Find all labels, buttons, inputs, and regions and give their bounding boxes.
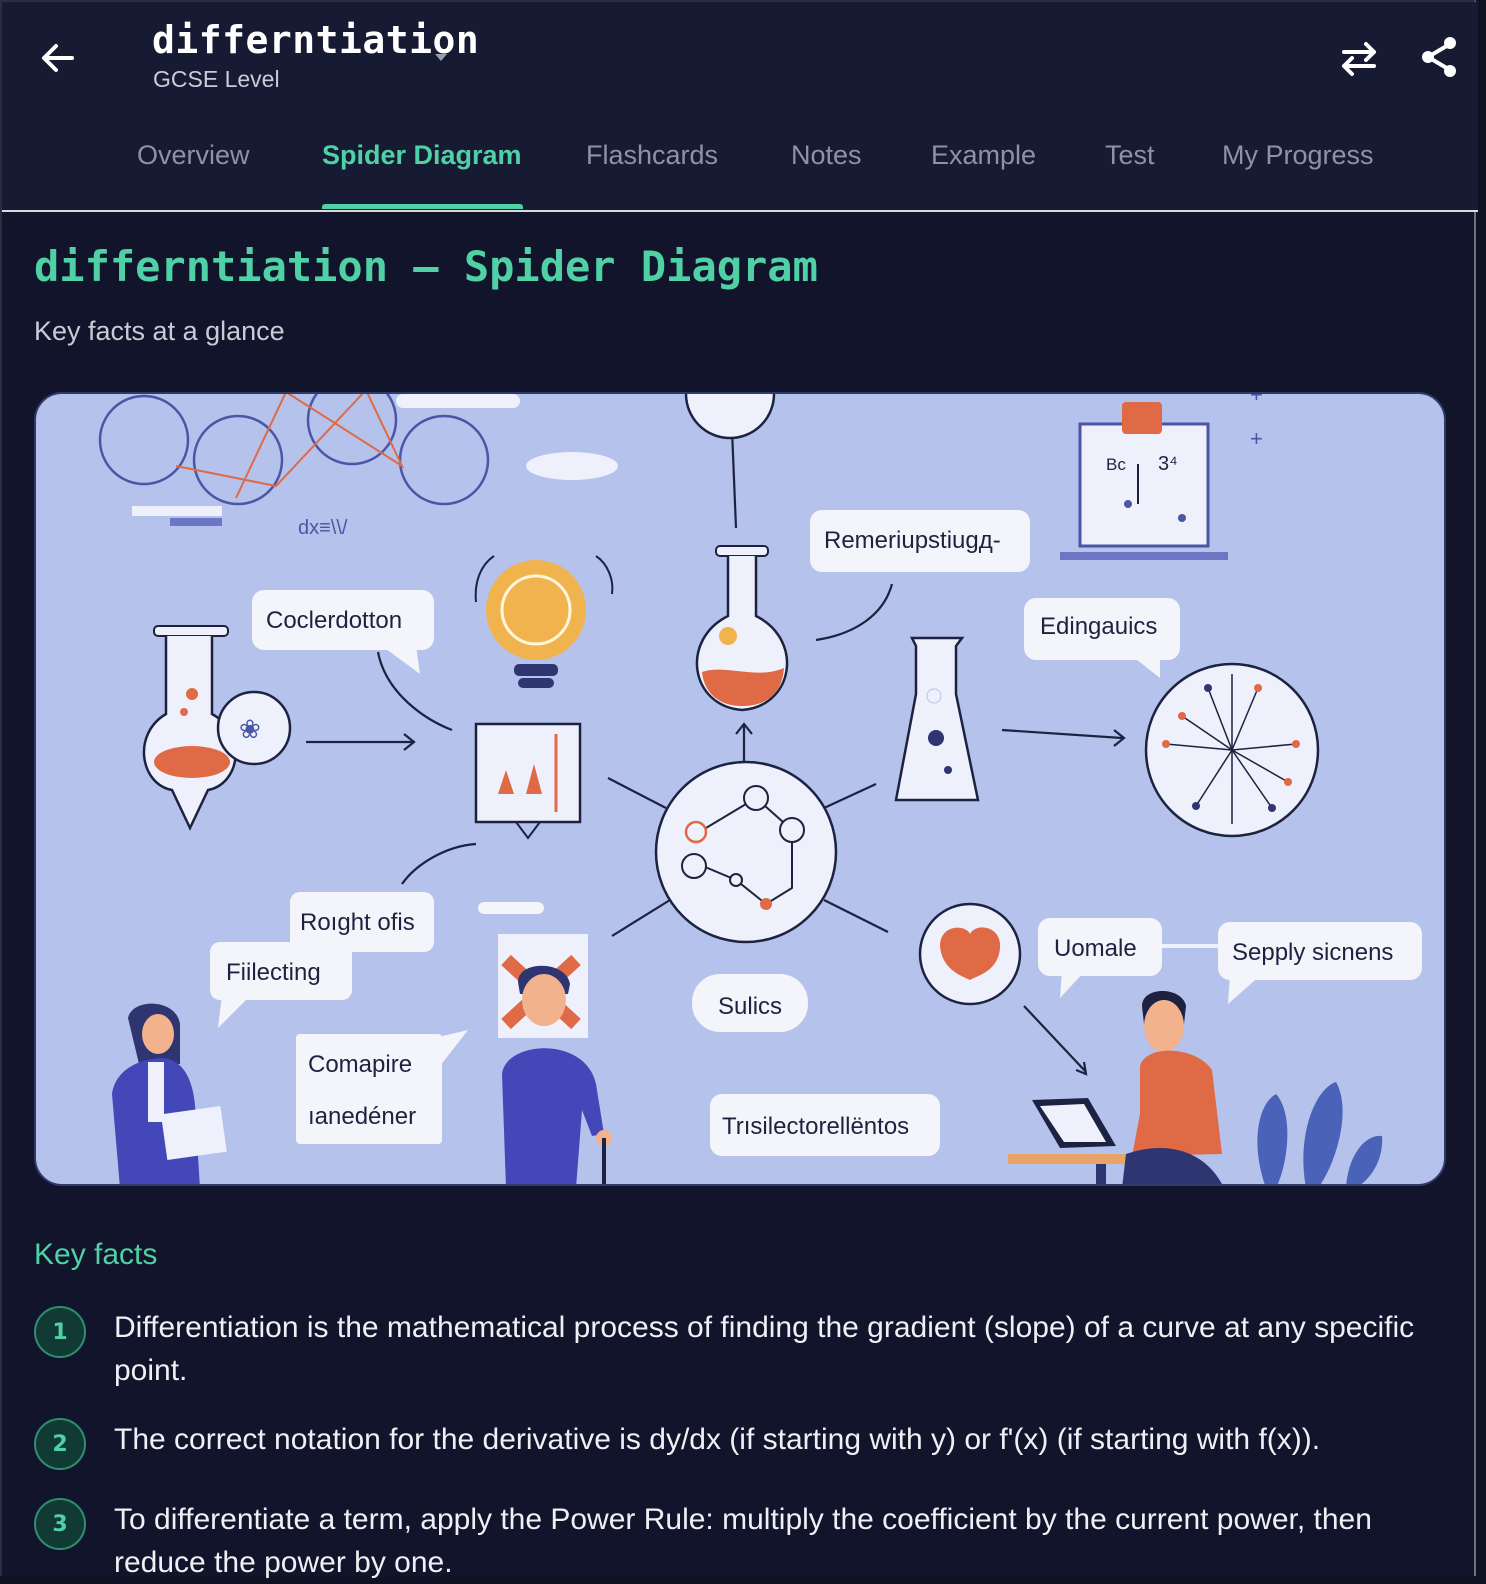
organ-circle — [918, 902, 1022, 1006]
tab-example[interactable]: Example — [931, 140, 1036, 171]
person-center — [498, 934, 612, 1184]
fact-text: The correct notation for the derivative … — [114, 1423, 1321, 1456]
tab-test[interactable]: Test — [1105, 140, 1155, 171]
cloud — [526, 452, 618, 480]
conical-flask — [894, 636, 980, 802]
fact-text: Differentiation is the mathematical proc… — [114, 1311, 1415, 1387]
person-left — [112, 1003, 227, 1184]
label-ianedener: ıanedéner — [308, 1103, 416, 1130]
tab-flashcards[interactable]: Flashcards — [586, 140, 718, 171]
app-title[interactable]: differntiation — [152, 18, 479, 62]
decor-bar — [170, 518, 222, 526]
label-uomale: Uomale — [1054, 935, 1137, 962]
share-icon[interactable] — [1416, 34, 1462, 80]
decor-bar — [396, 394, 520, 408]
tab-overview[interactable]: Overview — [137, 140, 250, 171]
decor-bar — [132, 506, 222, 516]
tab-bar: Overview Spider Diagram Flashcards Notes… — [2, 132, 1478, 209]
chart-monitor — [474, 722, 582, 840]
round-flask — [684, 394, 789, 712]
label-sulics: Sulics — [718, 993, 782, 1020]
tab-spider-diagram[interactable]: Spider Diagram — [322, 140, 522, 171]
svg-text:+: + — [1250, 394, 1263, 407]
dropdown-caret-icon[interactable] — [432, 48, 450, 66]
circle-network — [98, 394, 490, 506]
label-edingauics: Edingauics — [1040, 613, 1157, 640]
board-text-right: 3⁴ — [1158, 453, 1178, 475]
light-bulb — [474, 555, 614, 688]
svg-text:❀: ❀ — [239, 714, 261, 744]
person-right — [1008, 991, 1222, 1184]
plant — [1257, 1082, 1383, 1184]
formula-text: dx≡\\/ — [298, 517, 348, 539]
active-tab-indicator — [322, 204, 523, 209]
left-flask: ❀ — [142, 625, 292, 831]
label-coclerdotton: Coclerdotton — [266, 607, 402, 634]
illustration-canvas: dx≡\\/ ❀ Bc 3⁴ + + Remeriupstiugд- Cocle… — [98, 394, 1422, 1184]
fact-number-badge: 1 — [34, 1306, 86, 1358]
fact-text: To differentiate a term, apply the Power… — [114, 1503, 1372, 1579]
tab-my-progress[interactable]: My Progress — [1222, 140, 1374, 171]
board-text-left: Bc — [1106, 455, 1126, 474]
key-facts-heading: Key facts — [34, 1238, 158, 1271]
molecule-hub — [654, 760, 838, 944]
level-subtitle: GCSE Level — [153, 66, 280, 92]
page-subtitle: Key facts at a glance — [34, 316, 285, 346]
radial-network — [1144, 662, 1320, 838]
label-roight-ofis: Roıght ofis — [300, 909, 415, 936]
fact-number-badge: 3 — [34, 1498, 86, 1550]
label-sepply-sicnens: Sepply sicnens — [1232, 939, 1393, 966]
app-frame: differntiation GCSE Level Overview Spide… — [0, 0, 1478, 1579]
fact-number-badge: 2 — [34, 1418, 86, 1470]
label-remeriupstiugd: Remeriupstiugд- — [824, 527, 1001, 554]
whiteboard: Bc 3⁴ + + — [1060, 394, 1263, 560]
page-title: differntiation – Spider Diagram — [34, 242, 818, 291]
label-fiilecting: Fiilecting — [226, 959, 321, 986]
svg-text:+: + — [1250, 426, 1263, 451]
swap-icon[interactable] — [1336, 38, 1382, 78]
tab-notes[interactable]: Notes — [791, 140, 862, 171]
label-trisilectorellentos: Trısilectorellёntos — [722, 1113, 909, 1140]
back-arrow-icon[interactable] — [36, 36, 80, 80]
top-bar: differntiation GCSE Level Overview Spide… — [2, 2, 1478, 212]
label-comapire: Comapire — [308, 1051, 412, 1078]
spider-diagram-illustration: dx≡\\/ ❀ Bc 3⁴ + + Remeriupstiugд- Cocle… — [34, 392, 1446, 1186]
